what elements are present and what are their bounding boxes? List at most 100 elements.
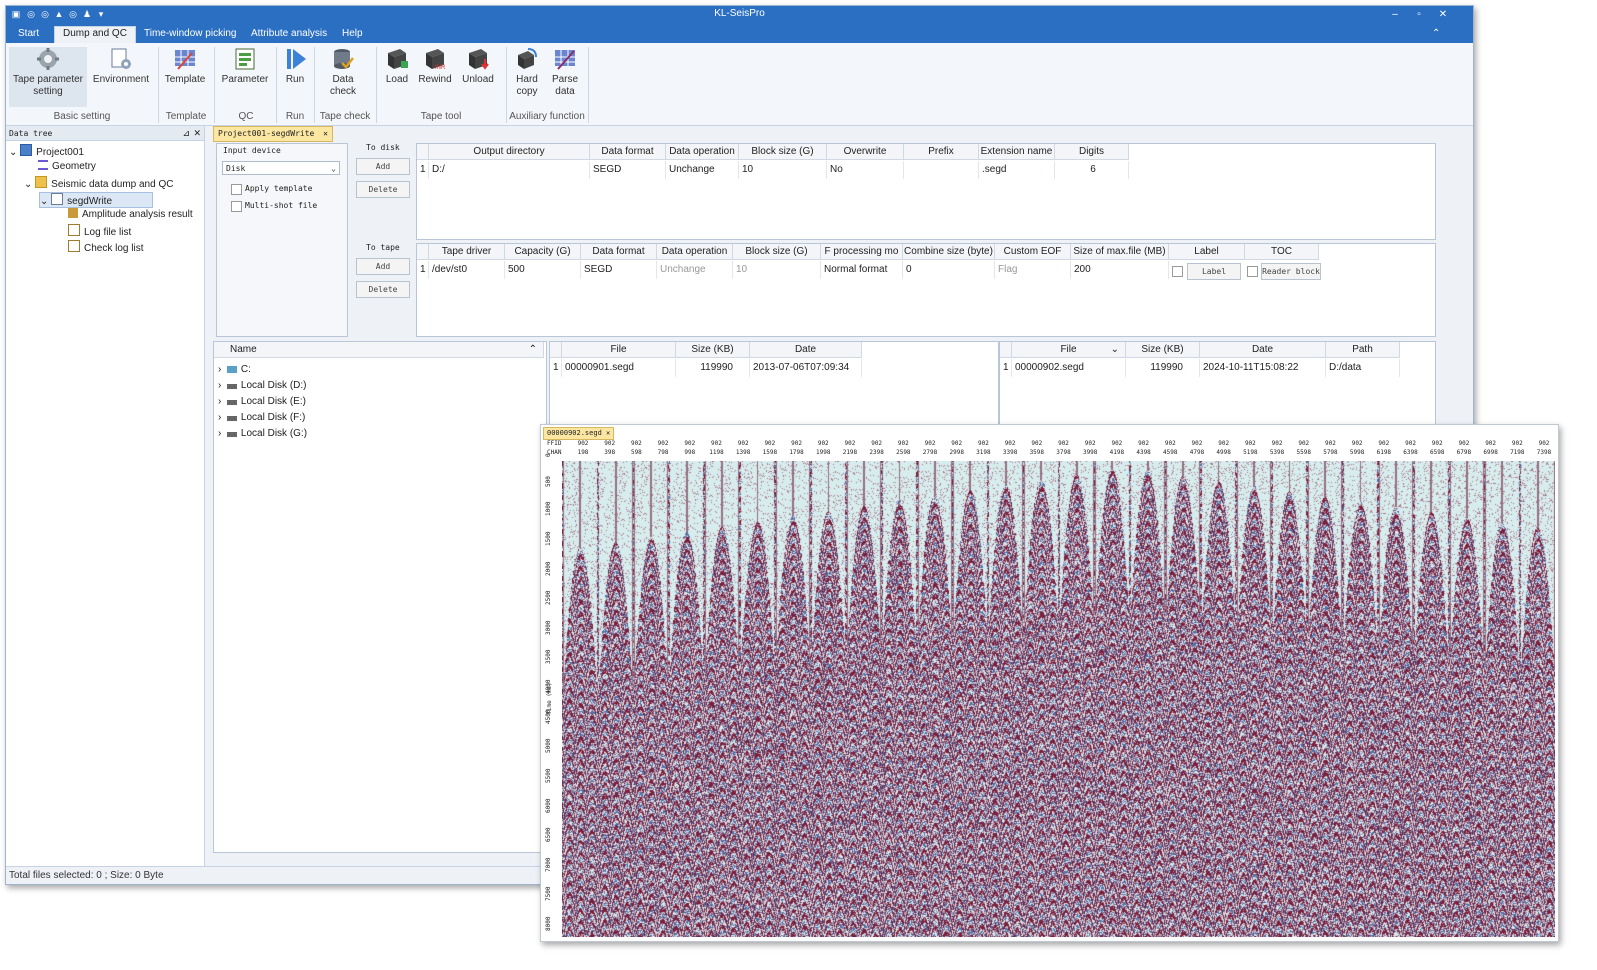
- tree-item-geometry[interactable]: Geometry: [38, 160, 96, 174]
- tape-cell-capacity[interactable]: 500: [505, 261, 581, 279]
- menu-dump-and-qc[interactable]: Dump and QC: [54, 26, 136, 44]
- drive-c[interactable]: › C:: [218, 363, 251, 377]
- tree-item-seismic-dump[interactable]: ⌄ Seismic data dump and QC: [24, 176, 173, 190]
- ffid-tick-label: 902: [577, 440, 589, 447]
- disk-cell-extension-name[interactable]: .segd: [979, 161, 1055, 179]
- pin-icon[interactable]: ⊿: [182, 126, 190, 140]
- doc-tab-project001-segdwrite[interactable]: Project001-segdWrite ✕: [213, 126, 333, 142]
- sort-arrow-icon[interactable]: ⌃: [529, 342, 537, 358]
- parameter-button[interactable]: Parameter: [218, 47, 272, 86]
- collapse-ribbon-icon[interactable]: ⌃: [1424, 27, 1448, 43]
- minimize-button[interactable]: –: [1384, 7, 1406, 22]
- files1-cell-file[interactable]: 00000901.segd: [562, 359, 676, 377]
- collapse-arrow-icon[interactable]: ⌄: [24, 179, 32, 190]
- expand-arrow-icon[interactable]: ›: [218, 364, 221, 375]
- disk-delete-button[interactable]: Delete: [356, 181, 410, 198]
- disk-cell-data-operation[interactable]: Unchange: [666, 161, 739, 179]
- close-tab-icon[interactable]: ✕: [323, 129, 328, 138]
- files2-cell-size[interactable]: 119990: [1126, 359, 1200, 377]
- folder-icon: [35, 176, 48, 188]
- load-button[interactable]: Load: [380, 47, 414, 86]
- sort-arrow-icon[interactable]: ⌄: [1111, 342, 1119, 358]
- drive-f[interactable]: › Local Disk (F:): [218, 411, 305, 425]
- close-tab-icon[interactable]: ✕: [606, 429, 610, 437]
- drive-g[interactable]: › Local Disk (G:): [218, 427, 307, 441]
- close-panel-icon[interactable]: ✕: [193, 126, 201, 140]
- hard-copy-button[interactable]: Hard copy: [510, 47, 544, 98]
- files1-cell-size[interactable]: 119990: [676, 359, 750, 377]
- browser-name-header[interactable]: Name ⌃: [214, 342, 544, 358]
- disk-cell-output-directory[interactable]: D:/: [429, 161, 590, 179]
- tree-item-check-log[interactable]: Check log list: [68, 240, 143, 254]
- time-tick-label: 6500: [545, 827, 552, 843]
- multishot-checkbox[interactable]: [231, 201, 242, 212]
- reader-block-button[interactable]: Reader block: [1261, 263, 1321, 280]
- tape-cell-processing-mode[interactable]: Normal format: [821, 261, 903, 279]
- time-tick-label: 2000: [545, 561, 552, 576]
- disk-drive-icon: [226, 416, 237, 421]
- menu-help[interactable]: Help: [334, 27, 371, 43]
- tape-cell-block-size[interactable]: 10: [733, 261, 821, 279]
- disk-cell-block-size[interactable]: 10: [739, 161, 827, 179]
- expand-arrow-icon[interactable]: ›: [218, 412, 221, 423]
- ffid-tick-label: 902: [1164, 440, 1176, 447]
- expand-arrow-icon[interactable]: ›: [218, 428, 221, 439]
- seismic-tab[interactable]: 00000902.segd ✕: [543, 427, 615, 440]
- maximize-button[interactable]: ▫: [1408, 7, 1430, 22]
- template-button[interactable]: Template: [160, 47, 210, 86]
- files1-cell-date[interactable]: 2013-07-06T07:09:34: [750, 359, 862, 377]
- disk-cell-data-format[interactable]: SEGD: [590, 161, 666, 179]
- ffid-tick-label: 902: [1111, 440, 1123, 447]
- expand-arrow-icon[interactable]: ›: [218, 396, 221, 407]
- seismic-section-canvas[interactable]: [562, 461, 1555, 937]
- menu-start[interactable]: Start: [10, 27, 47, 43]
- disk-cell-prefix[interactable]: [904, 161, 979, 179]
- disk-add-button[interactable]: Add: [356, 158, 410, 175]
- tape-cell-tape-driver[interactable]: /dev/st0: [429, 261, 505, 279]
- tree-label-project: Project001: [36, 147, 84, 158]
- chevron-down-icon[interactable]: ⌄: [331, 162, 336, 176]
- toc-checkbox[interactable]: [1247, 266, 1258, 277]
- chan-tick-label: 5198: [1243, 449, 1258, 456]
- tape-parameter-setting-button[interactable]: Tape parameter setting: [9, 47, 87, 107]
- environment-button[interactable]: Environment: [90, 47, 152, 86]
- data-check-button[interactable]: Data check: [318, 47, 368, 98]
- input-device-select[interactable]: Disk ⌄: [222, 161, 340, 175]
- expand-arrow-icon[interactable]: ›: [218, 380, 221, 391]
- menu-time-window-picking[interactable]: Time-window picking: [136, 27, 244, 43]
- tape-cell-combine-size[interactable]: 0: [903, 261, 995, 279]
- rewind-button[interactable]: INR Rewind: [416, 47, 454, 86]
- apply-template-checkbox[interactable]: [231, 184, 242, 195]
- collapse-arrow-icon[interactable]: ⌄: [40, 196, 48, 207]
- drive-e[interactable]: › Local Disk (E:): [218, 395, 306, 409]
- files2-cell-file[interactable]: 00000902.segd: [1012, 359, 1126, 377]
- tree-item-log-file[interactable]: Log file list: [68, 224, 131, 238]
- tape-cell-custom-eof[interactable]: Flag: [995, 261, 1071, 279]
- menu-attribute-analysis[interactable]: Attribute analysis: [243, 27, 335, 43]
- collapse-arrow-icon[interactable]: ⌄: [9, 147, 17, 158]
- disk-cell-digits[interactable]: 6: [1055, 161, 1129, 179]
- run-button[interactable]: Run: [280, 47, 310, 86]
- system-drive-icon: [226, 366, 237, 373]
- tape-add-button[interactable]: Add: [356, 258, 410, 275]
- disk-header-prefix: Prefix: [904, 144, 979, 160]
- chan-tick-label: 4598: [1163, 449, 1178, 456]
- close-button[interactable]: ✕: [1432, 7, 1454, 22]
- tape-cell-data-operation[interactable]: Unchange: [657, 261, 733, 279]
- tape-header-combine-size: Combine size (byte): [903, 244, 995, 260]
- tape-cell-max-file-size[interactable]: 200: [1071, 261, 1169, 279]
- label-checkbox[interactable]: [1172, 266, 1183, 277]
- unload-button[interactable]: Unload: [458, 47, 498, 86]
- tape-cell-data-format[interactable]: SEGD: [581, 261, 657, 279]
- parse-data-button[interactable]: Parse data: [547, 47, 583, 98]
- drive-d[interactable]: › Local Disk (D:): [218, 379, 306, 393]
- files2-cell-date[interactable]: 2024-10-11T15:08:22: [1200, 359, 1326, 377]
- files2-cell-path[interactable]: D:/data: [1326, 359, 1400, 377]
- files1-header-file: File: [562, 342, 676, 358]
- disk-cell-overwrite[interactable]: No: [827, 161, 904, 179]
- tree-item-segdwrite[interactable]: ⌄ segdWrite: [39, 192, 154, 208]
- tree-item-project[interactable]: ⌄ Project001: [9, 144, 84, 158]
- label-button[interactable]: Label: [1187, 263, 1241, 280]
- tree-item-amplitude[interactable]: Amplitude analysis result: [68, 208, 193, 222]
- tape-delete-button[interactable]: Delete: [356, 281, 410, 298]
